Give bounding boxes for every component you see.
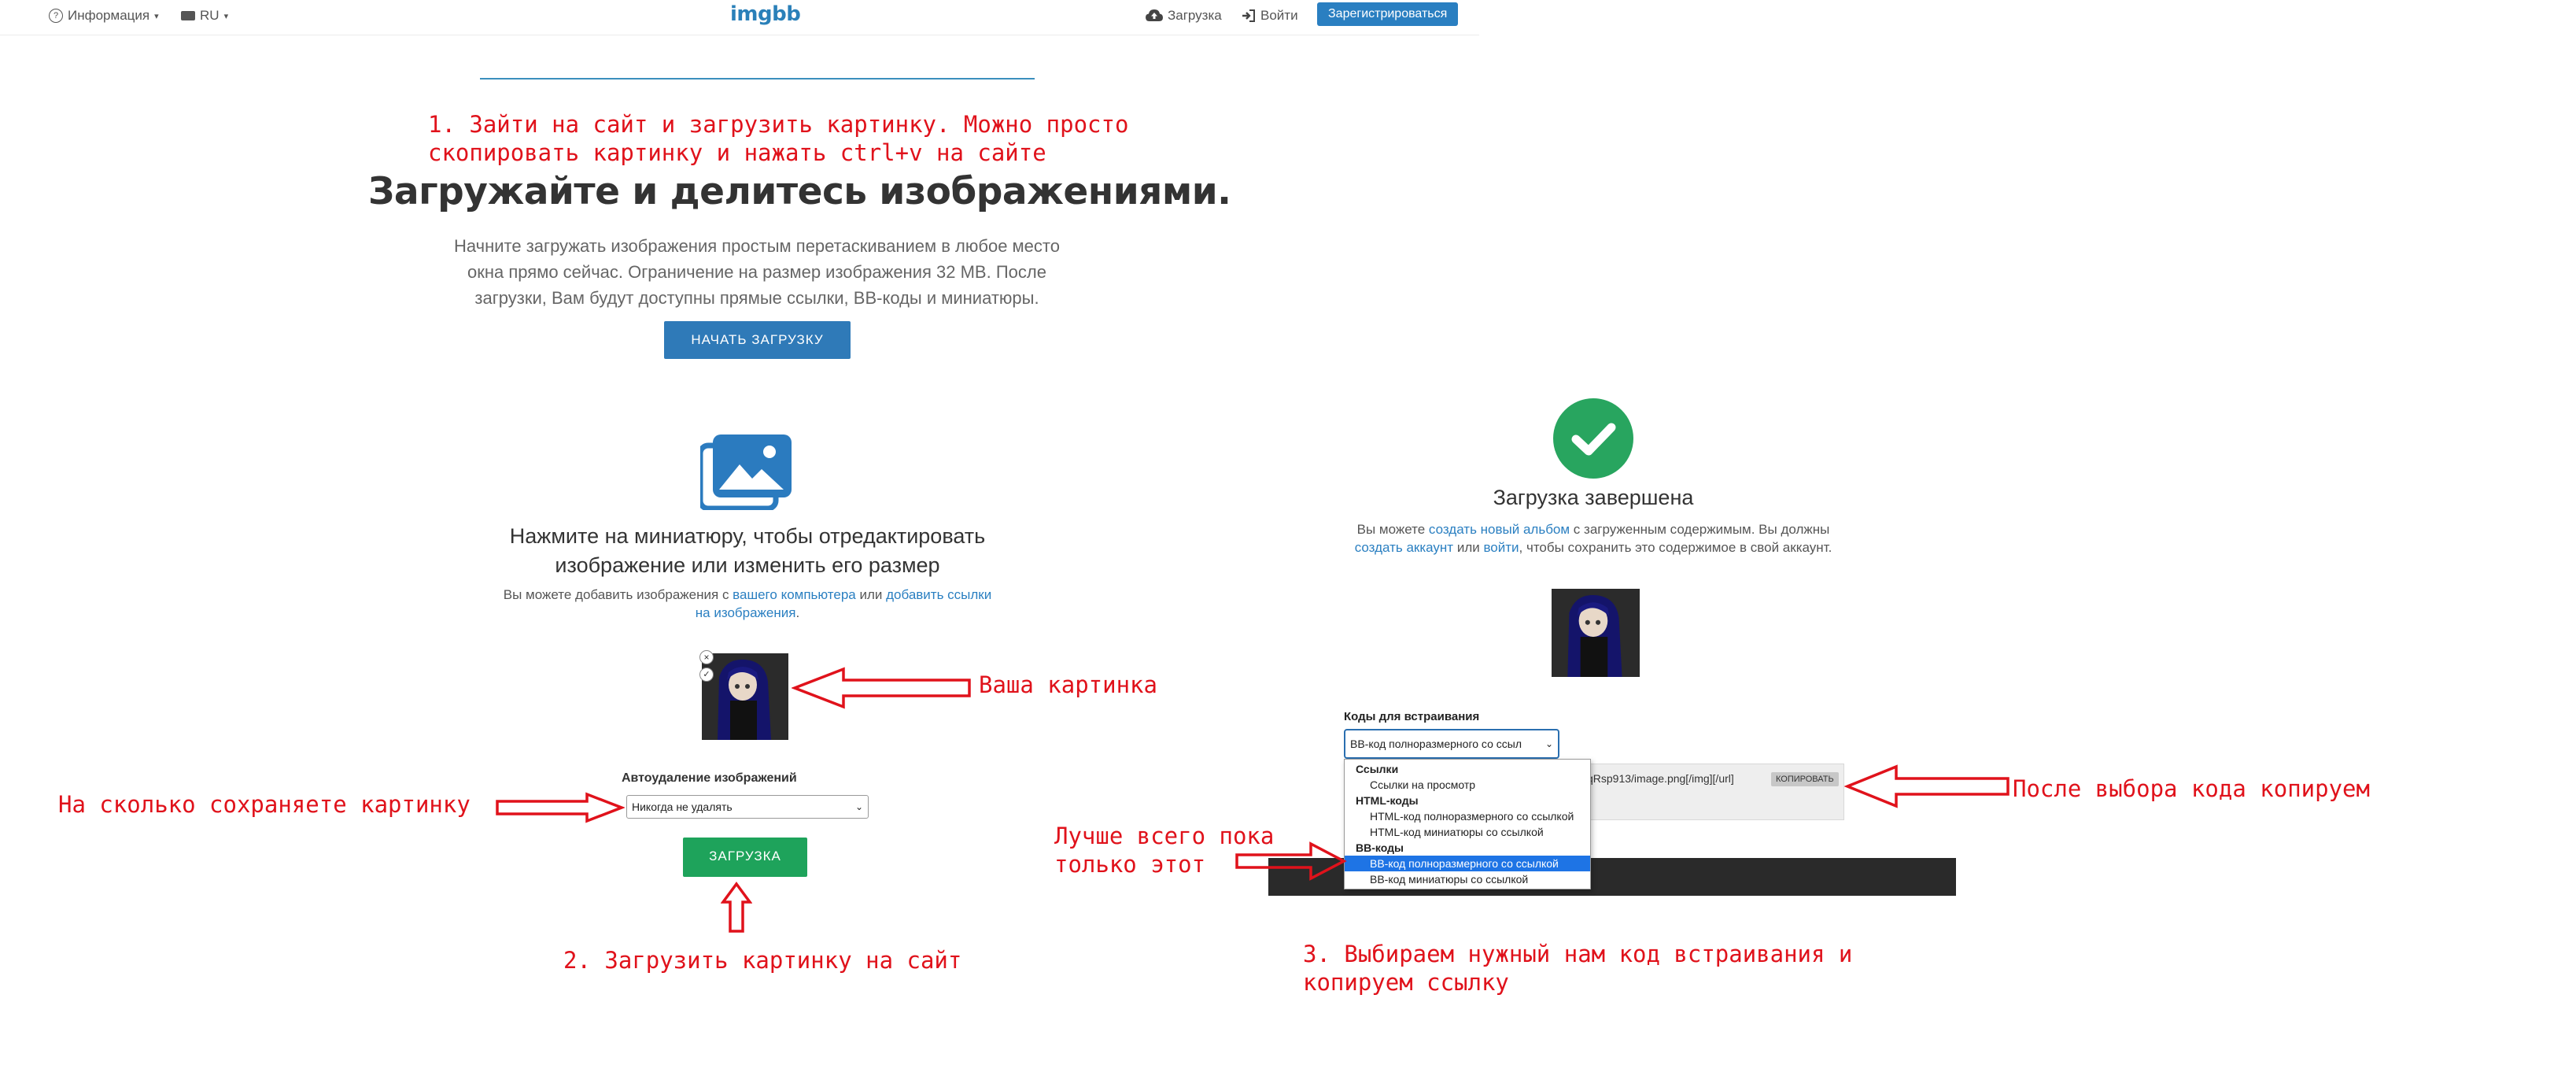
language-label: RU [200,8,220,23]
subtitle-text: или [1453,540,1484,555]
embed-select-value: BB-код полноразмерного со ссыл [1350,738,1522,750]
autodelete-label: Автоудаление изображений [622,771,797,785]
annotation-how-long: На сколько сохраняете картинку [58,791,471,818]
help-circle-icon: ? [49,9,63,23]
images-icon [700,435,792,510]
upload-panel-title-line: изображение или изменить его размер [555,553,940,577]
copy-button[interactable]: КОПИРОВАТЬ [1771,772,1839,786]
nav-upload-label: Загрузка [1168,8,1222,23]
dropdown-option[interactable]: Ссылки на просмотр [1345,777,1590,793]
language-menu[interactable]: RU ▾ [181,8,228,24]
upload-panel-title: Нажмите на миниатюру, чтобы отредактиров… [472,522,1023,580]
subtitle-text: Вы можете [1356,522,1429,537]
annotation-step3: 3. Выбираем нужный нам код встраивания и… [1303,941,1853,996]
chevron-down-icon: ⌄ [854,801,863,812]
dropdown-option[interactable]: HTML-код полноразмерного со ссылкой [1345,808,1590,824]
subtitle-text: , чтобы сохранить это содержимое в свой … [1519,540,1832,555]
character-image [702,653,788,740]
dropdown-option[interactable]: HTML-код миниатюры со ссылкой [1345,824,1590,840]
dropdown-option[interactable]: BB-код миниатюры со ссылкой [1345,871,1590,887]
upload-panel-subtitle: Вы можете добавить изображения с вашего … [472,586,1023,622]
nav-upload-link[interactable]: Загрузка [1146,8,1222,24]
arrow-left-icon [792,667,971,709]
edit-image-icon[interactable]: ✓ [699,667,714,682]
info-menu[interactable]: ? Информация ▾ [49,8,159,24]
subtitle-text: или [855,587,887,602]
arrow-right-icon [1235,841,1347,881]
success-check-icon [1553,398,1633,479]
chevron-down-icon: ▾ [154,11,159,21]
autodelete-value: Никогда не удалять [632,801,733,813]
dropdown-option[interactable]: BB-код полноразмерного со ссылкой [1345,856,1590,871]
divider-line [480,78,1035,80]
uploaded-thumbnail[interactable] [702,653,788,740]
hero-subtitle: Начните загружать изображения простым пе… [434,233,1079,311]
info-menu-label: Информация [68,8,150,23]
register-button[interactable]: Зарегистрироваться [1317,2,1459,26]
create-account-link[interactable]: создать аккаунт [1355,540,1453,555]
dropdown-group-label: Ссылки [1356,763,1399,775]
hero-title: Загружайте и делитесь изображениями. [368,170,1231,213]
character-image [1552,589,1640,677]
hero-subtitle-line: Начните загружать изображения простым пе… [454,236,1060,256]
hero-subtitle-line: окна прямо сейчас. Ограничение на размер… [467,262,1046,282]
done-title: Загрузка завершена [1493,486,1694,509]
annotation-your-picture: Ваша картинка [979,671,1157,698]
dropdown-group-label: BB-коды [1356,841,1404,854]
sign-in-icon [1242,9,1255,22]
uploaded-image-preview[interactable] [1552,589,1640,677]
chevron-down-icon: ▾ [223,11,229,21]
login-link[interactable]: войти [1483,540,1519,555]
embed-codes-label: Коды для встраивания [1344,710,1480,723]
subtitle-text: . [795,605,800,620]
upload-panel-title-line: Нажмите на миниатюру, чтобы отредактиров… [509,524,986,548]
embed-code-dropdown[interactable]: Ссылки Ссылки на просмотр HTML-коды HTML-ко… [1344,759,1591,889]
new-album-link[interactable]: создать новый альбом [1429,522,1570,537]
from-computer-link[interactable]: вашего компьютера [733,587,856,602]
chevron-down-icon: ⌄ [1544,738,1553,749]
arrow-left-icon [1844,764,2010,808]
add-links-link-cont[interactable]: на изображения [696,605,796,620]
add-links-link[interactable]: добавить ссылки [886,587,991,602]
nav-login-link[interactable]: Войти [1242,8,1298,24]
arrow-up-icon [721,882,752,933]
nav-login-label: Войти [1260,8,1298,23]
embed-code-text: qRsp913/image.png[/img][/url] [1587,772,1734,785]
hero-subtitle-line: загрузки, Вам будут доступны прямые ссыл… [474,288,1039,308]
subtitle-text: Вы можете добавить изображения с [503,587,733,602]
annotation-step2: 2. Загрузить картинку на сайт [563,947,962,974]
site-logo[interactable]: imgbb [730,2,801,26]
language-icon [181,11,195,20]
autodelete-select[interactable]: Никогда не удалять ⌄ [626,795,869,819]
embed-code-select[interactable]: BB-код полноразмерного со ссыл ⌄ [1344,729,1559,759]
cloud-upload-icon [1146,9,1163,21]
remove-image-icon[interactable]: × [699,650,714,664]
arrow-right-icon [496,792,625,823]
dropdown-group-label: HTML-коды [1356,794,1419,807]
done-subtitle: Вы можете создать новый альбом с загруже… [1338,520,1849,557]
upload-button[interactable]: ЗАГРУЗКА [683,838,807,877]
annotation-step1: 1. Зайти на сайт и загрузить картинку. М… [428,111,1129,166]
start-upload-button[interactable]: НАЧАТЬ ЗАГРУЗКУ [664,321,851,359]
annotation-after-select: После выбора кода копируем [2013,775,2370,802]
subtitle-text: с загруженным содержимым. Вы должны [1570,522,1830,537]
